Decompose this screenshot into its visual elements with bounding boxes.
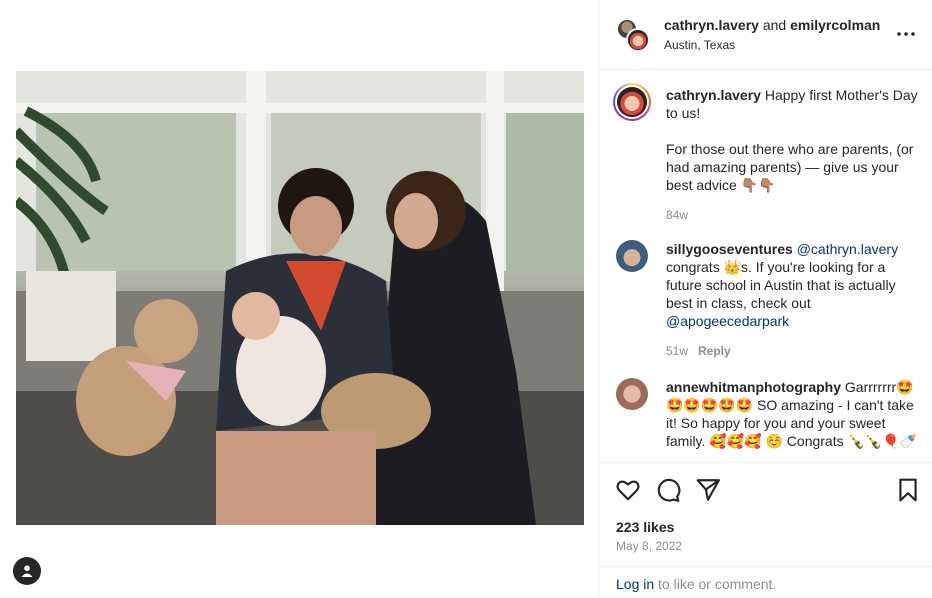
comment-mention[interactable]: @cathryn.lavery bbox=[797, 241, 898, 257]
comments-list[interactable]: cathryn.lavery Happy first Mother's Day … bbox=[600, 70, 932, 462]
comment-text: sillygooseventures @cathryn.lavery congr… bbox=[666, 240, 920, 360]
comment-avatar[interactable] bbox=[616, 240, 648, 272]
share-icon[interactable] bbox=[695, 477, 721, 503]
post-date[interactable]: May 8, 2022 bbox=[616, 539, 682, 553]
post-owners: cathryn.lavery and emilyrcolman bbox=[664, 17, 880, 33]
owner-1-link[interactable]: cathryn.lavery bbox=[664, 17, 759, 33]
bookmark-icon[interactable] bbox=[895, 477, 921, 503]
post-location[interactable]: Austin, Texas bbox=[664, 38, 735, 52]
avatar-front bbox=[626, 28, 650, 52]
more-options-icon bbox=[897, 32, 915, 36]
more-options-button[interactable] bbox=[892, 22, 920, 46]
comment-body: congrats 👑s. If you're looking for a fut… bbox=[666, 259, 896, 311]
post-side-panel: cathryn.lavery and emilyrcolman Austin, … bbox=[600, 0, 932, 598]
comment-username[interactable]: sillygooseventures bbox=[666, 241, 793, 257]
owners-joiner: and bbox=[762, 17, 787, 33]
footer-text: Log in to like or comment. bbox=[616, 576, 776, 592]
comment-username[interactable]: annewhitmanphotography bbox=[666, 379, 841, 395]
owner-2-link[interactable]: emilyrcolman bbox=[790, 17, 880, 33]
profile-button[interactable] bbox=[13, 557, 41, 585]
user-icon bbox=[21, 565, 33, 577]
comment-meta: 51w Reply bbox=[666, 342, 920, 360]
comment-avatar[interactable] bbox=[616, 378, 648, 410]
reply-button[interactable]: Reply bbox=[698, 344, 731, 358]
post-header: cathryn.lavery and emilyrcolman Austin, … bbox=[600, 0, 932, 70]
footer-rest: to like or comment. bbox=[654, 576, 777, 592]
caption-time[interactable]: 84w bbox=[666, 208, 688, 222]
caption-line2: For those out there who are parents, (or… bbox=[666, 141, 914, 193]
likes-count[interactable]: 223 likes bbox=[616, 519, 674, 535]
action-bar bbox=[600, 462, 932, 516]
comment-icon[interactable] bbox=[655, 477, 681, 503]
media-pane bbox=[0, 0, 600, 598]
caption-avatar[interactable] bbox=[613, 83, 651, 121]
login-link[interactable]: Log in bbox=[616, 576, 654, 592]
caption-username[interactable]: cathryn.lavery bbox=[666, 87, 761, 103]
comment-text: annewhitmanphotography Garrrrrrr🤩🤩🤩🤩🤩🤩 S… bbox=[666, 378, 920, 450]
caption-text: cathryn.lavery Happy first Mother's Day … bbox=[666, 86, 920, 224]
owners-avatar[interactable] bbox=[616, 18, 650, 52]
login-footer: Log in to like or comment. bbox=[600, 566, 932, 598]
comment-mention-2[interactable]: @apogeecedarpark bbox=[666, 313, 789, 329]
heart-icon[interactable] bbox=[615, 477, 641, 503]
post-photo[interactable] bbox=[16, 71, 584, 525]
caption-meta: 84w bbox=[666, 206, 920, 224]
comment-time[interactable]: 51w bbox=[666, 344, 688, 358]
